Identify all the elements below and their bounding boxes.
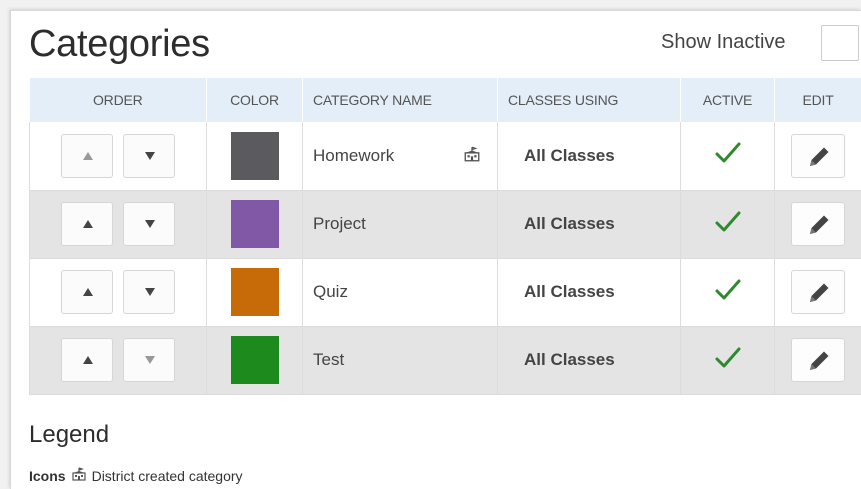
page-title: Categories: [29, 23, 210, 65]
color-swatch: [230, 336, 279, 384]
classes-using-cell: All Classes: [497, 258, 681, 327]
checkmark-icon: [714, 279, 742, 306]
edit-cell: [774, 190, 861, 259]
column-header-classes-using: CLASSES USING: [497, 78, 681, 122]
order-cell: [29, 190, 207, 259]
categories-panel: Categories Show Inactive ORDER COLOR CAT…: [10, 10, 861, 489]
move-up-button[interactable]: [60, 338, 113, 382]
classes-using-cell: All Classes: [497, 122, 681, 191]
edit-button[interactable]: [791, 338, 845, 382]
classes-using-value: All Classes: [524, 145, 615, 165]
move-up-button[interactable]: [60, 270, 113, 314]
edit-button[interactable]: [791, 133, 845, 178]
show-inactive-checkbox[interactable]: [821, 25, 859, 61]
category-name-cell: Quiz: [302, 258, 498, 327]
school-building-icon: [463, 146, 481, 167]
classes-using-cell: All Classes: [497, 190, 681, 259]
classes-using-value: All Classes: [524, 282, 615, 301]
move-down-button[interactable]: [123, 338, 176, 382]
color-swatch: [230, 268, 279, 316]
color-cell: [206, 122, 303, 191]
table-row: Quiz All Classes: [29, 258, 861, 327]
category-name-cell: Homework: [302, 122, 498, 191]
active-cell: [680, 326, 775, 395]
move-down-button[interactable]: [123, 270, 176, 314]
move-up-button[interactable]: [60, 202, 113, 246]
category-name-cell: Project: [302, 190, 498, 259]
category-name: Project: [313, 214, 366, 233]
classes-using-value: All Classes: [524, 350, 615, 369]
color-swatch: [230, 131, 279, 180]
active-cell: [680, 190, 775, 259]
legend-icons-label: Icons: [29, 467, 66, 484]
edit-button[interactable]: [791, 202, 845, 246]
order-cell: [29, 258, 207, 327]
edit-cell: [774, 122, 861, 191]
categories-table: ORDER COLOR CATEGORY NAME CLASSES USING …: [29, 78, 861, 395]
category-name: Quiz: [313, 282, 348, 301]
category-name-cell: Test: [302, 326, 498, 395]
legend-line: Icons District created category: [29, 467, 243, 484]
column-header-edit: EDIT: [774, 78, 861, 122]
category-name: Test: [313, 350, 345, 369]
checkmark-icon: [714, 211, 742, 238]
color-cell: [206, 326, 303, 395]
edit-cell: [774, 258, 861, 327]
table-row: Project All Classes: [29, 190, 861, 259]
legend-title: Legend: [29, 421, 110, 448]
move-up-button[interactable]: [60, 133, 113, 178]
table-row: Homework All Classes: [29, 122, 861, 191]
edit-cell: [774, 326, 861, 395]
table-header-row: ORDER COLOR CATEGORY NAME CLASSES USING …: [29, 78, 861, 122]
classes-using-value: All Classes: [524, 214, 615, 233]
color-cell: [206, 258, 303, 327]
edit-button[interactable]: [791, 270, 845, 314]
table-row: Test All Classes: [29, 326, 861, 395]
column-header-color: COLOR: [206, 78, 303, 122]
order-cell: [29, 326, 207, 395]
order-cell: [29, 122, 207, 191]
checkmark-icon: [714, 347, 742, 374]
category-name: Homework: [313, 145, 395, 165]
active-cell: [680, 122, 775, 191]
color-swatch: [230, 200, 279, 248]
column-header-order: ORDER: [29, 78, 207, 122]
school-building-icon: [71, 467, 87, 484]
classes-using-cell: All Classes: [497, 326, 681, 395]
move-down-button[interactable]: [123, 202, 176, 246]
move-down-button[interactable]: [123, 133, 176, 178]
show-inactive-label: Show Inactive: [661, 31, 786, 53]
color-cell: [206, 190, 303, 259]
checkmark-icon: [714, 142, 742, 169]
column-header-category-name: CATEGORY NAME: [302, 78, 498, 122]
column-header-active: ACTIVE: [680, 78, 775, 122]
legend-district-text: District created category: [91, 467, 243, 484]
active-cell: [680, 258, 775, 327]
